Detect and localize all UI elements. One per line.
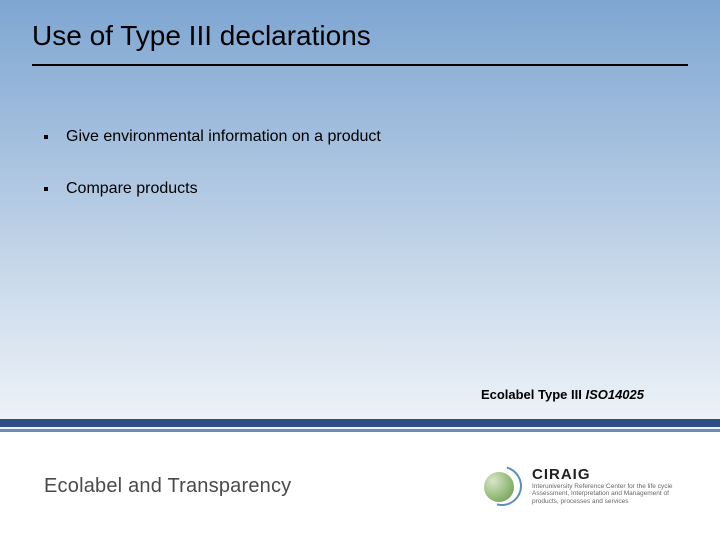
ref-iso: ISO14025	[585, 387, 644, 402]
footer-title: Ecolabel and Transparency	[44, 475, 291, 498]
slide-footer: Ecolabel and Transparency CIRAIG Interun…	[0, 432, 720, 540]
bottom-reference-label: Ecolabel Type III ISO14025	[481, 387, 644, 402]
slide-title: Use of Type III declarations	[32, 20, 688, 66]
slide: Use of Type III declarations Give enviro…	[0, 0, 720, 540]
divider-bar-primary	[0, 419, 720, 427]
logo-name: CIRAIG	[532, 467, 692, 483]
bullet-dot-icon	[44, 187, 48, 191]
bullet-dot-icon	[44, 135, 48, 139]
bullet-item: Give environmental information on a prod…	[44, 128, 676, 146]
logo-tagline: Interuniversity Reference Center for the…	[532, 483, 692, 505]
footer-divider	[0, 419, 720, 432]
bullet-item: Compare products	[44, 180, 676, 198]
ref-prefix: Ecolabel Type III	[481, 387, 586, 402]
footer-logo-block: CIRAIG Interuniversity Reference Center …	[482, 466, 692, 506]
bullet-text: Give environmental information on a prod…	[66, 128, 381, 146]
globe-icon	[482, 466, 522, 506]
slide-content: Give environmental information on a prod…	[44, 128, 676, 232]
bullet-text: Compare products	[66, 180, 198, 198]
logo-text: CIRAIG Interuniversity Reference Center …	[532, 467, 692, 505]
